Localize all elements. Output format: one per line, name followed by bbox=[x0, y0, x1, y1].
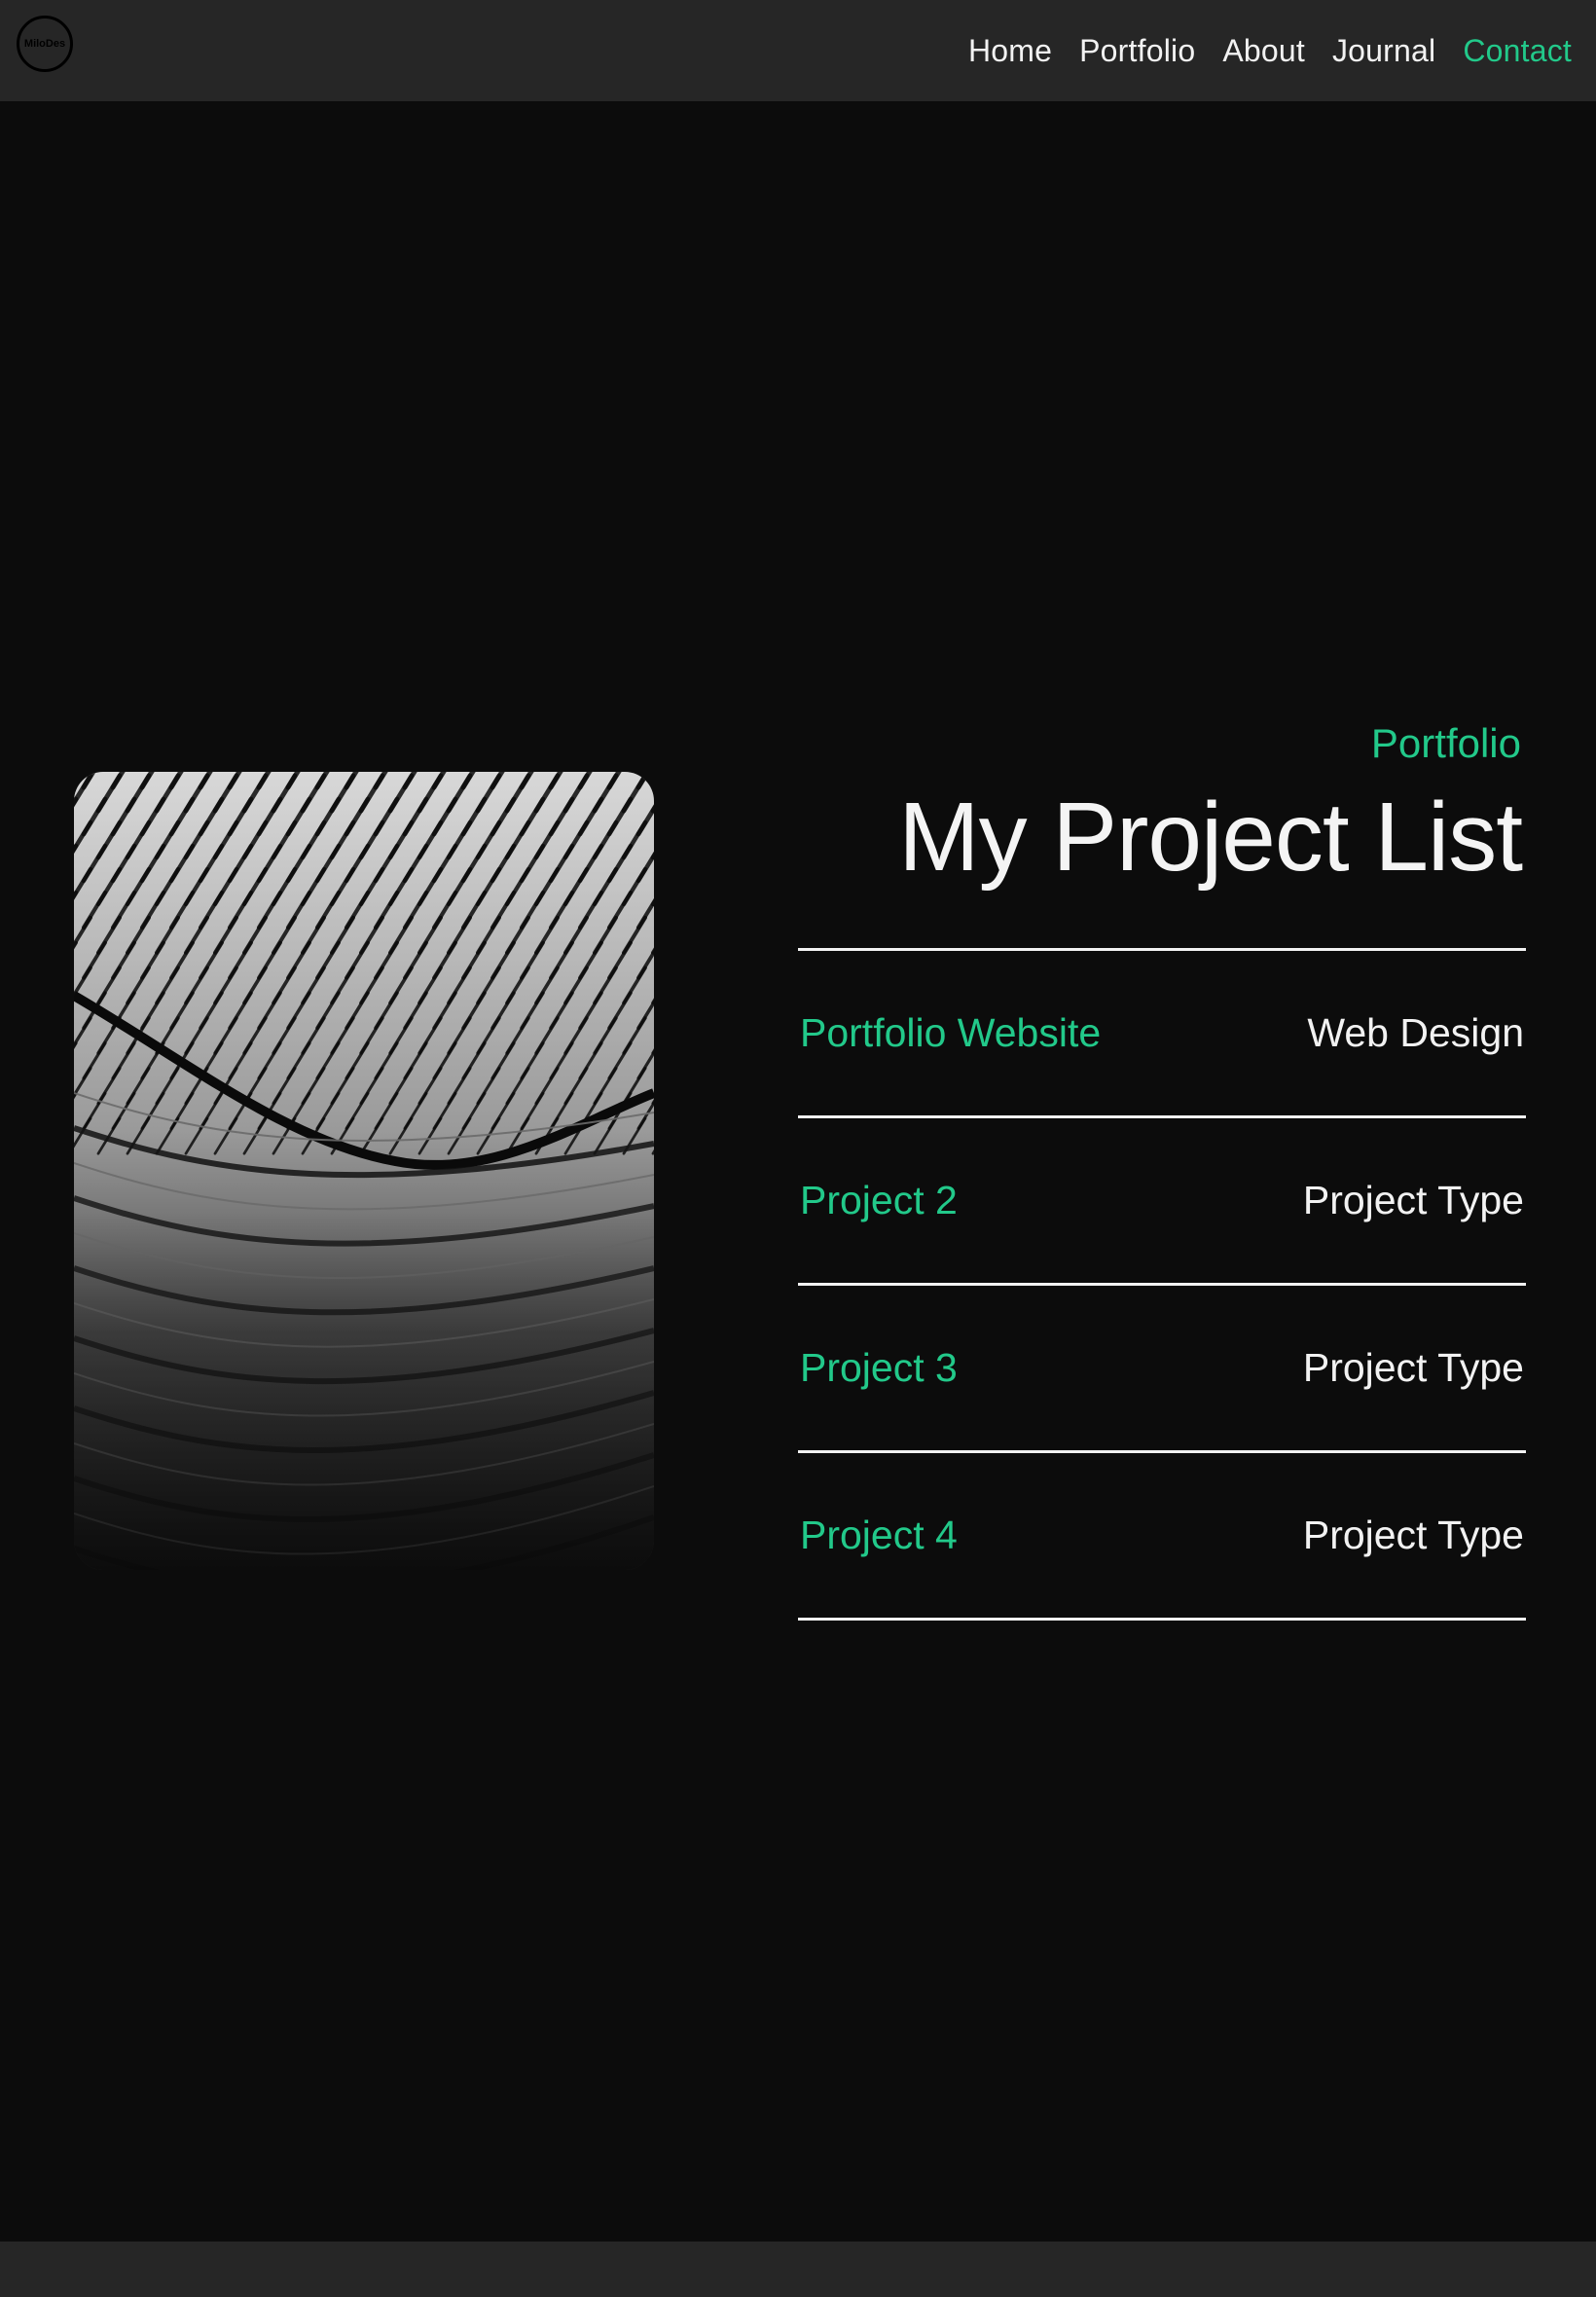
architecture-image bbox=[74, 772, 654, 1570]
project-name[interactable]: Project 4 bbox=[798, 1513, 958, 1558]
project-list: Portfolio Website Web Design Project 2 P… bbox=[798, 948, 1526, 1621]
project-row[interactable]: Project 2 Project Type bbox=[798, 1118, 1526, 1283]
project-name[interactable]: Portfolio Website bbox=[798, 1010, 1101, 1056]
project-type: Web Design bbox=[1307, 1010, 1524, 1055]
project-name[interactable]: Project 3 bbox=[798, 1345, 958, 1391]
page-title: My Project List bbox=[898, 783, 1523, 892]
nav-portfolio[interactable]: Portfolio bbox=[1079, 33, 1195, 69]
project-type: Project Type bbox=[1302, 1178, 1524, 1222]
nav-contact[interactable]: Contact bbox=[1463, 33, 1572, 69]
nav-journal[interactable]: Journal bbox=[1332, 33, 1435, 69]
project-name[interactable]: Project 2 bbox=[798, 1178, 958, 1223]
project-row[interactable]: Project 4 Project Type bbox=[798, 1453, 1526, 1618]
logo[interactable]: MiloDes bbox=[17, 16, 73, 72]
section-eyebrow: Portfolio bbox=[1370, 720, 1521, 766]
site-header: MiloDes Home Portfolio About Journal Con… bbox=[0, 0, 1596, 101]
nav-about[interactable]: About bbox=[1222, 33, 1305, 69]
divider bbox=[798, 1618, 1526, 1621]
project-row[interactable]: Portfolio Website Web Design bbox=[798, 951, 1526, 1115]
project-type: Project Type bbox=[1302, 1345, 1524, 1390]
page: MiloDes Home Portfolio About Journal Con… bbox=[0, 0, 1596, 2297]
main-nav: Home Portfolio About Journal Contact bbox=[968, 0, 1572, 101]
project-row[interactable]: Project 3 Project Type bbox=[798, 1286, 1526, 1450]
project-type: Project Type bbox=[1302, 1513, 1524, 1557]
site-footer bbox=[0, 2242, 1596, 2297]
nav-home[interactable]: Home bbox=[968, 33, 1052, 69]
